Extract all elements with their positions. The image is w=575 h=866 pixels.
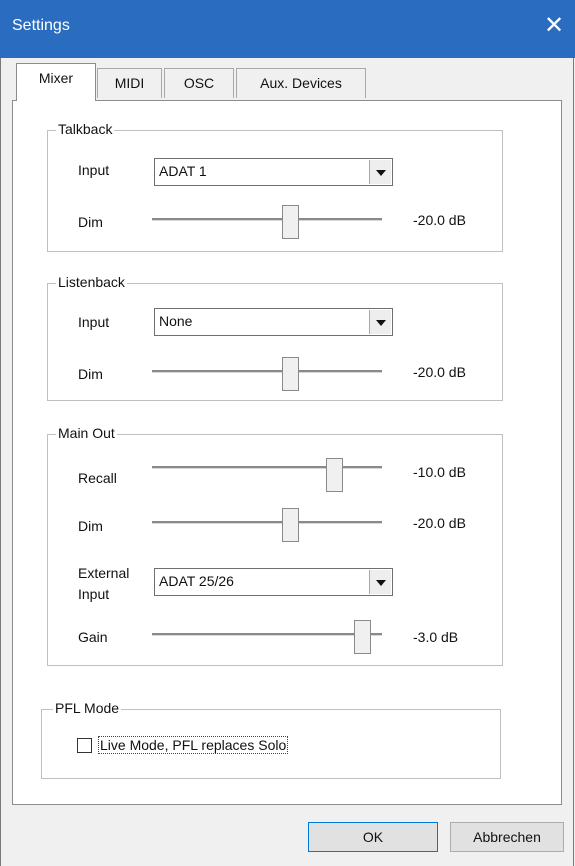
close-icon[interactable]: ✕: [541, 13, 567, 39]
main-out-dim-value: -20.0 dB: [413, 515, 466, 531]
main-out-gain-value: -3.0 dB: [413, 629, 459, 645]
main-out-recall-track[interactable]: [152, 466, 382, 469]
title-bar: [0, 0, 575, 58]
chevron-down-icon[interactable]: [369, 570, 391, 594]
talkback-input-label: Input: [78, 162, 110, 178]
live-mode-checkbox[interactable]: [77, 738, 92, 753]
window-title: Settings: [12, 17, 70, 34]
main-out-dim-track[interactable]: [152, 521, 382, 524]
main-out-gain-thumb[interactable]: [354, 620, 371, 654]
main-out-dim-thumb[interactable]: [282, 508, 299, 542]
main-out-recall-thumb[interactable]: [326, 458, 343, 492]
ok-button[interactable]: OK: [308, 822, 438, 852]
main-out-external-label-1: External: [78, 565, 130, 581]
tab-midi[interactable]: MIDI: [97, 68, 162, 98]
tab-mixer[interactable]: Mixer: [16, 63, 96, 101]
main-out-external-input-value: ADAT 25/26: [159, 573, 234, 589]
cancel-button[interactable]: Abbrechen: [450, 822, 564, 852]
listenback-input-value: None: [159, 313, 193, 329]
main-out-recall-label: Recall: [78, 470, 117, 486]
main-out-group-title: Main Out: [56, 425, 117, 441]
main-out-gain-track[interactable]: [152, 633, 382, 636]
listenback-group-title: Listenback: [56, 274, 127, 290]
chevron-down-icon[interactable]: [369, 160, 391, 184]
listenback-dim-track[interactable]: [152, 370, 382, 373]
live-mode-checkbox-label[interactable]: Live Mode, PFL replaces Solo: [98, 736, 289, 754]
listenback-input-select[interactable]: None: [154, 308, 393, 336]
listenback-dim-thumb[interactable]: [282, 357, 299, 391]
listenback-dim-label: Dim: [78, 366, 103, 382]
talkback-input-value: ADAT 1: [159, 163, 207, 179]
pfl-mode-group-title: PFL Mode: [53, 700, 122, 716]
tab-aux-devices[interactable]: Aux. Devices: [236, 68, 366, 98]
listenback-dim-value: -20.0 dB: [413, 364, 466, 380]
talkback-input-select[interactable]: ADAT 1: [154, 158, 393, 186]
main-out-recall-value: -10.0 dB: [413, 464, 466, 480]
main-out-external-input-select[interactable]: ADAT 25/26: [154, 568, 393, 596]
main-out-gain-label: Gain: [78, 629, 108, 645]
talkback-dim-thumb[interactable]: [282, 205, 299, 239]
main-out-dim-label: Dim: [78, 518, 103, 534]
listenback-input-label: Input: [78, 314, 110, 330]
chevron-down-icon[interactable]: [369, 310, 391, 334]
talkback-group: [47, 130, 503, 252]
listenback-group: [47, 283, 503, 401]
talkback-group-title: Talkback: [56, 121, 115, 137]
talkback-dim-label: Dim: [78, 214, 103, 230]
main-out-external-label-2: Input: [78, 586, 110, 602]
talkback-dim-track[interactable]: [152, 218, 382, 221]
talkback-dim-value: -20.0 dB: [413, 212, 466, 228]
tab-osc[interactable]: OSC: [164, 68, 234, 98]
